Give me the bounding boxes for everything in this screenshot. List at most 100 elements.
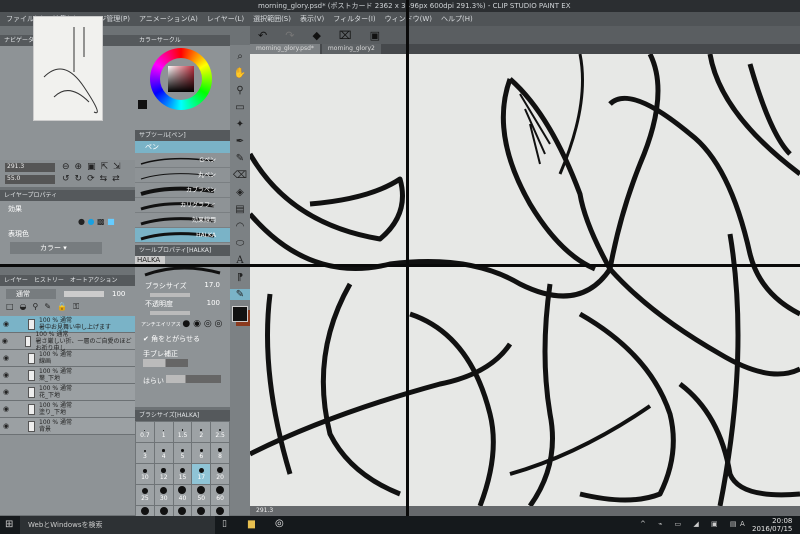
brush-size-cell[interactable]: 4 — [154, 443, 173, 463]
zoom-buttons[interactable]: ⊖⊕▣⇱⇲ — [62, 162, 126, 172]
brush-size-cell[interactable]: 50 — [192, 485, 211, 505]
saturation-value-square[interactable] — [168, 66, 194, 92]
brush-tool-icon[interactable]: ✎ — [236, 153, 244, 164]
hand-tool-icon[interactable]: ✋ — [234, 68, 246, 79]
layer-tool-buttons[interactable]: □◒⚲✎🔒⚿ — [0, 302, 135, 316]
ime-indicator[interactable]: A — [740, 520, 745, 528]
clock[interactable]: 20:08 2016/07/15 — [752, 517, 792, 533]
blend-mode-select[interactable]: 通常 — [6, 289, 56, 299]
navigator-preview[interactable] — [33, 16, 103, 121]
brush-size-cell[interactable]: 30 — [154, 485, 173, 505]
subtool-item[interactable]: カブラペン — [135, 183, 230, 198]
subtool-item[interactable]: Gペン — [135, 153, 230, 168]
rotate-buttons[interactable]: ↺↻⟳⇆⇄ — [62, 174, 125, 184]
zoom-slider[interactable]: 291.3 — [5, 163, 55, 172]
brush-size-cell[interactable]: 0.7 — [136, 422, 154, 442]
menu-selection[interactable]: 選択範囲(S) — [253, 12, 291, 26]
subtool-item[interactable]: HALKA — [135, 228, 230, 243]
system-tray-icons[interactable]: ^ ⌁ ▭ ◢ ▣ ▤ — [640, 520, 741, 528]
brush-size-cell[interactable]: 2.5 — [211, 422, 229, 442]
menu-view[interactable]: 表示(V) — [300, 12, 324, 26]
tool-property-tab[interactable]: ツールプロパティ[HALKA] — [139, 245, 211, 256]
magic-wand-icon[interactable]: ✦ — [236, 119, 244, 130]
curve-icon[interactable]: ◠ — [236, 221, 245, 232]
selection-tool-icon[interactable]: ▭ — [235, 102, 244, 113]
brush-size-cell[interactable]: 8 — [211, 443, 229, 463]
brush-size-cell[interactable]: 6 — [192, 443, 211, 463]
menu-animation[interactable]: アニメーション(A) — [139, 12, 198, 26]
brush-size-slider[interactable] — [150, 293, 190, 297]
fill-tool-icon[interactable]: ◈ — [236, 187, 244, 198]
eyedropper-icon[interactable]: ⚲ — [236, 85, 243, 96]
visibility-eye-icon[interactable]: ◉ — [0, 337, 9, 345]
eraser-icon[interactable]: ⌫ — [233, 170, 247, 181]
antialias-options[interactable]: ● ◉ ◎ ◎ — [182, 319, 222, 329]
subtool-item[interactable]: 効果線用 — [135, 213, 230, 228]
brush-size-cell[interactable]: 60 — [211, 485, 229, 505]
expression-color-select[interactable]: カラー ▾ — [10, 242, 102, 254]
clip-studio-icon[interactable]: ◎ — [275, 518, 284, 529]
brush-size-cell[interactable]: 15 — [173, 464, 192, 484]
brush-size-cell[interactable]: 25 — [136, 485, 154, 505]
layer-row[interactable]: ◉ 100 % 通常 背景 — [0, 418, 135, 435]
subtool-item[interactable]: 丸ペン — [135, 168, 230, 183]
task-view-icon[interactable]: ▯ — [222, 519, 227, 529]
redo-icon[interactable]: ↷ — [285, 29, 294, 42]
tab-layer[interactable]: レイヤー — [4, 275, 28, 286]
tab-history[interactable]: ヒストリー — [34, 275, 64, 286]
menu-layer[interactable]: レイヤー(L) — [207, 12, 244, 26]
brush-size-cell[interactable]: 12 — [154, 464, 173, 484]
layer-row[interactable]: ◉ 100 % 通常 花_下地 — [0, 384, 135, 401]
color-circle-tab[interactable]: カラーサークル — [139, 35, 181, 46]
doc-tab[interactable]: morning_glory2 — [321, 44, 381, 54]
visibility-eye-icon[interactable]: ◉ — [0, 422, 12, 430]
layer-opacity-slider[interactable] — [64, 291, 104, 297]
layer-row[interactable]: ◉ 100 % 通常 塗り_下地 — [0, 401, 135, 418]
menu-help[interactable]: ヘルプ(H) — [441, 12, 473, 26]
brush-size-cell[interactable]: 17 — [192, 464, 211, 484]
effect-buttons[interactable]: ● ● ▩ ■ — [78, 217, 135, 226]
pen-tool-icon[interactable]: ✒ — [236, 136, 244, 147]
brush-size-cell[interactable]: 10 — [136, 464, 154, 484]
opacity-slider[interactable] — [150, 311, 190, 315]
transform-icon[interactable]: ⌧ — [339, 29, 352, 42]
layer-row[interactable]: ◉ 100 % 通常 暑さ厳しい折、一層のご自愛のほどお祈り申し — [0, 331, 135, 352]
layer-row[interactable]: ◉ 100 % 通常 葉_下地 — [0, 367, 135, 384]
brush-size-cell[interactable]: 40 — [173, 485, 192, 505]
windows-start-icon[interactable]: ⊞ — [5, 519, 13, 530]
rotation-slider[interactable]: 55.0 — [5, 175, 55, 184]
color-swatches[interactable] — [232, 306, 248, 322]
brush-size-value[interactable]: 17.0 — [204, 281, 220, 291]
subtool-group[interactable]: ペン — [135, 141, 230, 153]
shape-icon[interactable]: ⬭ — [236, 238, 245, 249]
brush-size-cell[interactable]: 1.5 — [173, 422, 192, 442]
visibility-eye-icon[interactable]: ◉ — [0, 320, 12, 328]
brush-size-cell[interactable]: 20 — [211, 464, 229, 484]
subtool-item[interactable]: カリグラフィ — [135, 198, 230, 213]
visibility-eye-icon[interactable]: ◉ — [0, 371, 12, 379]
select-all-icon[interactable]: ▣ — [370, 29, 380, 42]
layer-property-tab[interactable]: レイヤープロパティ — [4, 190, 57, 201]
menu-filter[interactable]: フィルター(I) — [333, 12, 375, 26]
doc-tab-active[interactable]: morning_glory.psd* — [250, 44, 320, 54]
stabilize-slider[interactable] — [143, 359, 188, 367]
main-color-swatch[interactable] — [138, 100, 147, 109]
gradient-icon[interactable]: ▤ — [235, 204, 244, 215]
brush-size-cell[interactable]: 2 — [192, 422, 211, 442]
taper-slider[interactable] — [166, 375, 222, 383]
opacity-value[interactable]: 100 — [207, 299, 220, 309]
tab-auto-action[interactable]: オートアクション — [70, 275, 118, 286]
visibility-eye-icon[interactable]: ◉ — [0, 354, 12, 362]
brush-size-cell[interactable]: 1 — [154, 422, 173, 442]
undo-icon[interactable]: ↶ — [258, 29, 267, 42]
fill-icon[interactable]: ◆ — [312, 29, 320, 42]
brush-size-tab[interactable]: ブラシサイズ[HALKA] — [139, 410, 199, 421]
drawing-canvas[interactable] — [250, 54, 800, 506]
layer-row[interactable]: ◉ 100 % 通常 線画 — [0, 350, 135, 367]
taskbar-search[interactable]: WebとWindowsを検索 — [20, 516, 215, 534]
zoom-tool-icon[interactable]: ⌕ — [237, 51, 243, 62]
file-explorer-icon[interactable]: ▆ — [248, 519, 255, 529]
brush-size-cell[interactable]: 5 — [173, 443, 192, 463]
subtool-tab[interactable]: サブツール[ペン] — [139, 130, 186, 141]
active-pen-icon[interactable]: ✎ — [230, 289, 250, 300]
